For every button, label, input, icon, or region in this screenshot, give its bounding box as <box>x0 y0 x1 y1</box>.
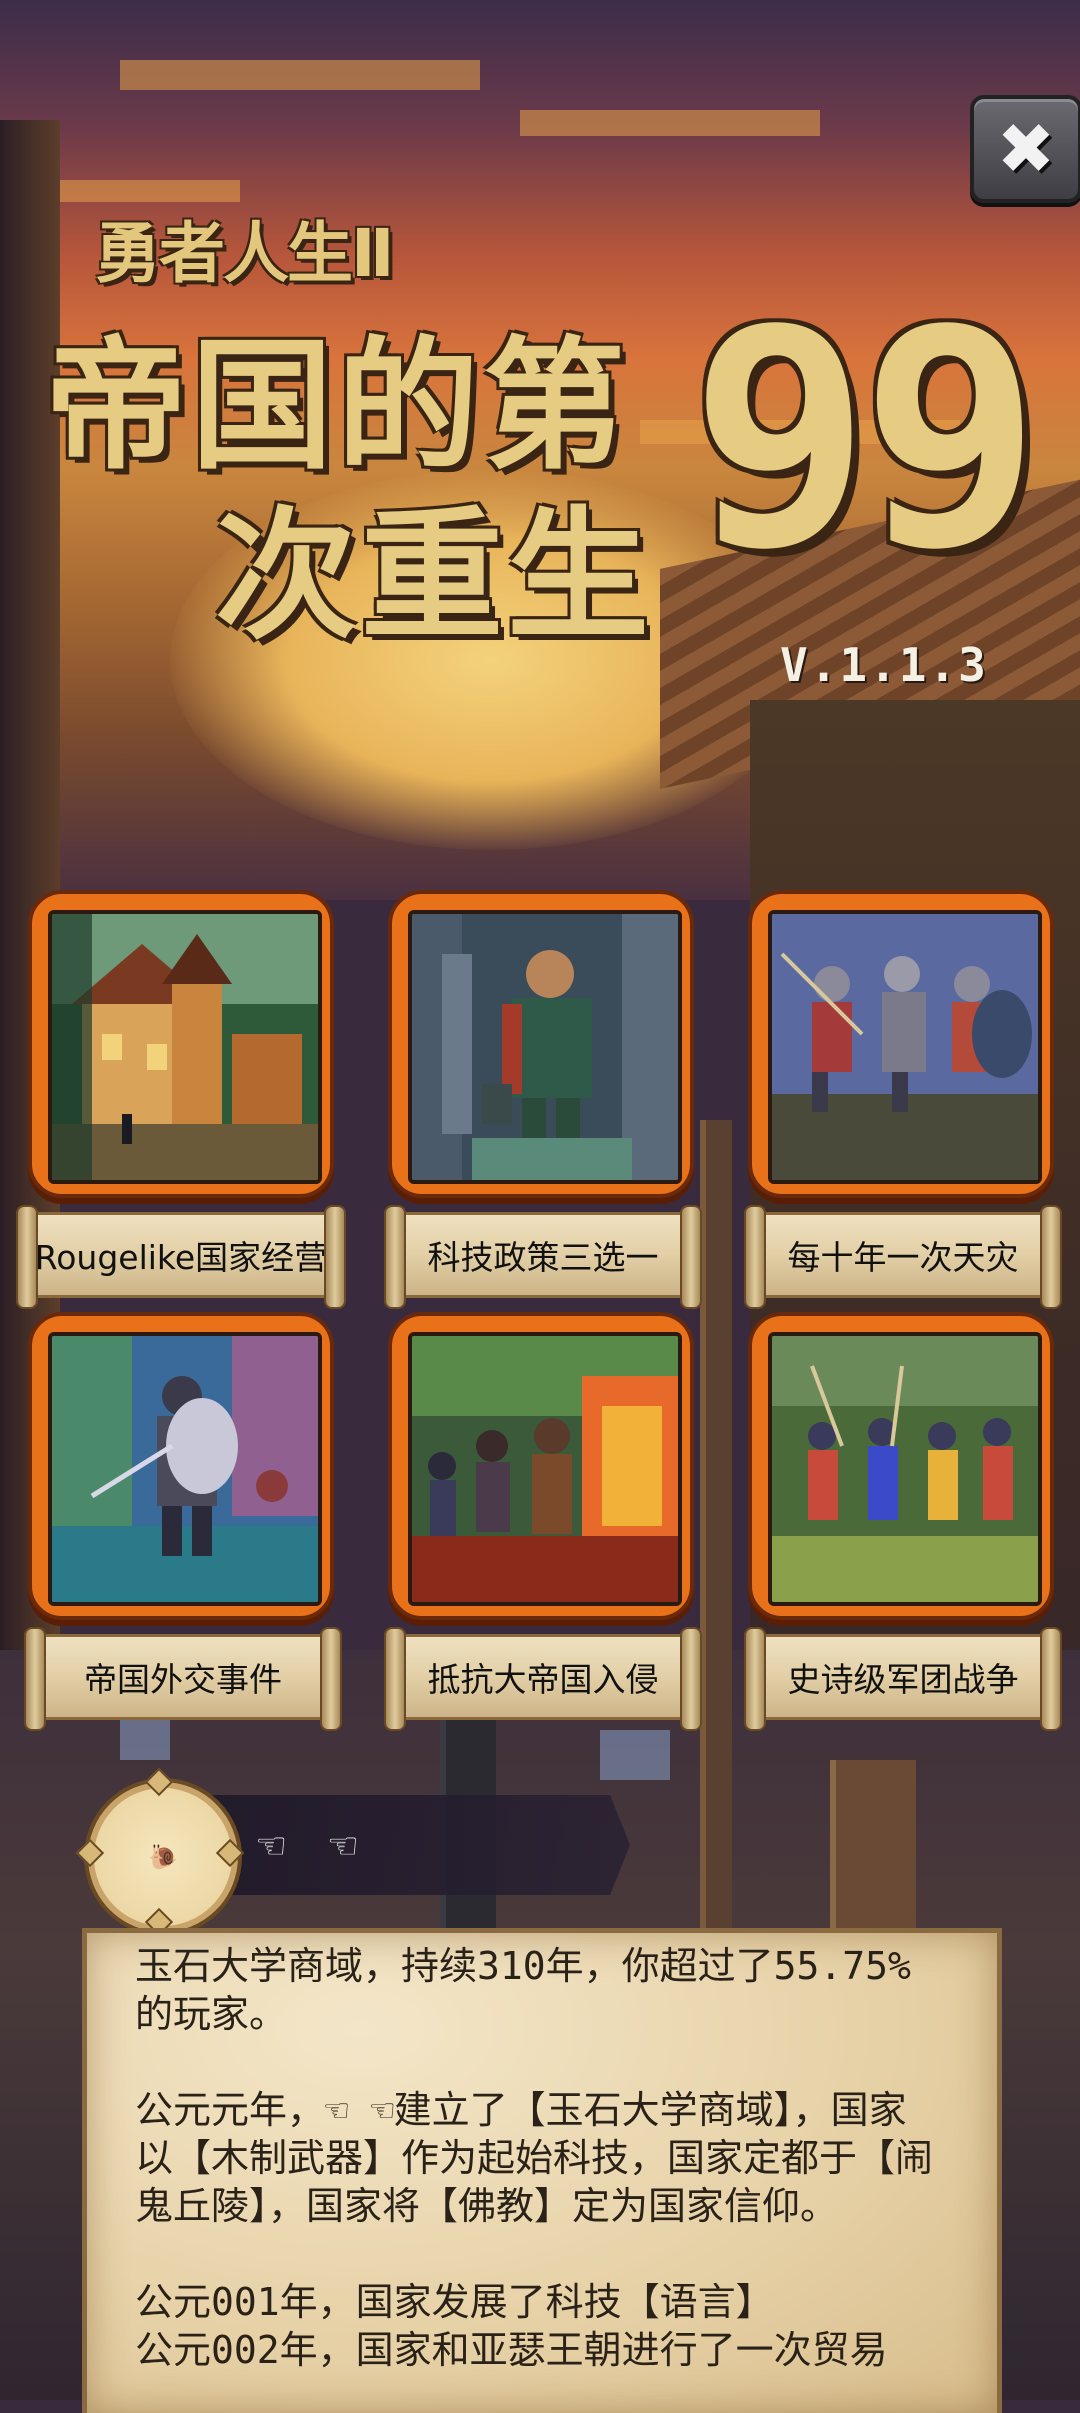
game-subtitle: 勇者人生Ⅱ <box>95 215 394 292</box>
game-title-line2: 次重生 <box>215 494 653 659</box>
feature-label-2: 科技政策三选一 <box>427 1238 659 1277</box>
feature-scroll-2: 科技政策三选一 <box>384 1205 702 1309</box>
feature-label-6: 史诗级军团战争 <box>787 1660 1019 1699</box>
feature-scroll-3: 每十年一次天灾 <box>744 1205 1062 1309</box>
village-illustration <box>48 910 322 1184</box>
feature-scroll-6: 史诗级军团战争 <box>744 1627 1062 1731</box>
burning-battle-illustration <box>408 1332 682 1606</box>
feature-card-1 <box>28 890 334 1200</box>
close-button[interactable]: ✖ <box>970 95 1080 203</box>
log-founding: 公元元年，☜ ☜建立了【玉石大学商域】，国家以【木制武器】作为起始科技，国家定都… <box>135 2088 934 2228</box>
feature-label-3: 每十年一次天灾 <box>787 1238 1019 1277</box>
cloud <box>520 110 820 136</box>
history-log-text: 玉石大学商域，持续310年，你超过了55.75%的玩家。 公元元年，☜ ☜建立了… <box>135 1942 935 2374</box>
player-name: ☜ ☜ <box>255 1826 373 1867</box>
feature-card-2 <box>388 890 694 1200</box>
cloud <box>40 180 240 202</box>
feature-scroll-4: 帝国外交事件 <box>24 1627 342 1731</box>
log-entry: 公元001年，国家发展了科技【语言】 <box>135 2280 774 2324</box>
soldiers-illustration <box>768 910 1042 1184</box>
player-avatar[interactable]: 🐌 <box>88 1782 238 1932</box>
feature-card-6 <box>748 1312 1054 1622</box>
feature-scroll-1: Rougelike国家经营 <box>16 1205 346 1309</box>
close-icon: ✖ <box>996 108 1056 190</box>
feature-card-4 <box>28 1312 334 1622</box>
window <box>600 1730 670 1780</box>
knight-illustration <box>48 1332 322 1606</box>
feature-card-5 <box>388 1312 694 1622</box>
feature-scroll-5: 抵抗大帝国入侵 <box>384 1627 702 1731</box>
log-summary: 玉石大学商域，持续310年，你超过了55.75%的玩家。 <box>135 1944 911 2036</box>
cloud <box>120 60 480 90</box>
statue-illustration <box>408 910 682 1184</box>
version-label: V.1.1.3 <box>780 638 988 692</box>
feature-card-3 <box>748 890 1054 1200</box>
pillar <box>700 1120 732 1940</box>
feature-label-4: 帝国外交事件 <box>84 1660 282 1699</box>
army-illustration <box>768 1332 1042 1606</box>
log-entry: 公元002年，国家和亚瑟王朝进行了一次贸易 <box>135 2328 888 2372</box>
game-title-number: 99 <box>690 265 1041 614</box>
feature-label-5: 抵抗大帝国入侵 <box>427 1660 659 1699</box>
snail-avatar-icon: 🐌 <box>148 1843 178 1871</box>
feature-label-1: Rougelike国家经营 <box>34 1238 328 1277</box>
